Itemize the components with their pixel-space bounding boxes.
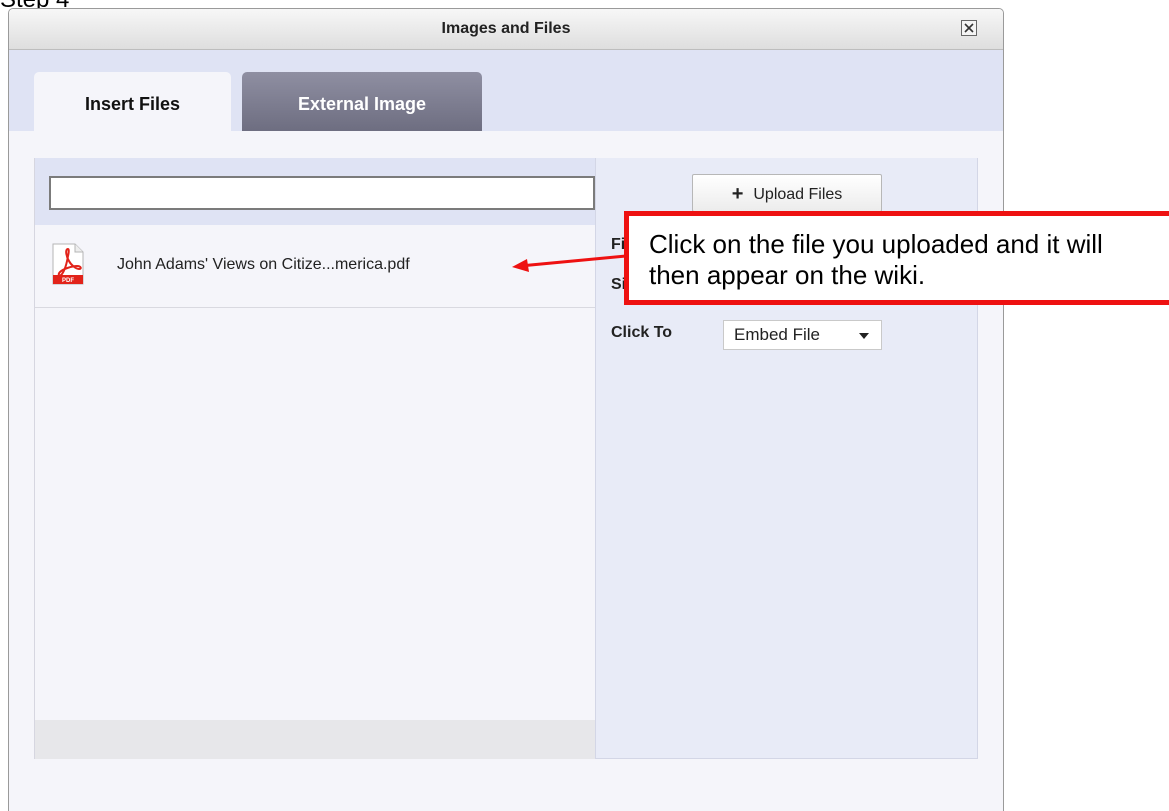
pdf-icon-badge: PDF	[62, 278, 74, 284]
screenshot-canvas: Step 4 Images and Files Insert Files Ext…	[0, 0, 1169, 811]
annotation-callout: Click on the file you uploaded and it wi…	[624, 211, 1169, 305]
upload-files-label: Upload Files	[753, 186, 843, 203]
annotation-arrow	[512, 254, 627, 272]
file-list-footer	[35, 720, 596, 759]
tab-bar: Insert Files External Image	[9, 50, 1003, 132]
chevron-down-icon	[859, 333, 869, 339]
file-name: John Adams' Views on Citize...merica.pdf	[117, 256, 410, 273]
annotation-text: Click on the file you uploaded and it wi…	[649, 229, 1103, 290]
close-x-glyph	[964, 23, 974, 33]
file-search-input[interactable]	[49, 176, 595, 210]
dialog-titlebar: Images and Files	[9, 9, 1003, 50]
tab-insert-files[interactable]: Insert Files	[34, 72, 231, 132]
search-strip	[35, 158, 596, 225]
tab-external-image[interactable]: External Image	[242, 72, 482, 132]
close-icon[interactable]	[961, 20, 977, 36]
click-to-select[interactable]: Embed File	[723, 320, 882, 350]
click-to-label: Click To	[611, 324, 673, 341]
dialog-title: Images and Files	[441, 20, 571, 37]
plus-icon: +	[731, 183, 744, 205]
upload-files-button[interactable]: + Upload Files	[692, 174, 882, 212]
file-list-pane: PDF John Adams' Views on Citize...merica…	[34, 158, 596, 759]
click-to-value: Embed File	[734, 325, 820, 344]
images-and-files-dialog: Images and Files Insert Files External I…	[8, 8, 1004, 811]
pdf-icon: PDF	[52, 243, 84, 285]
